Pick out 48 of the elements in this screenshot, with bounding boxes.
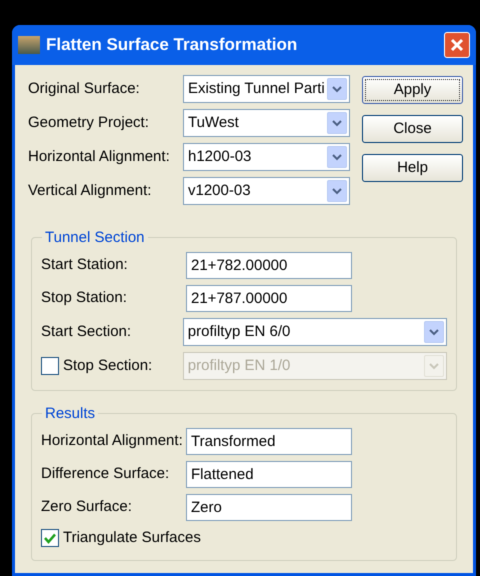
dropdown-field[interactable]: profiltyp EN 6/0 [182, 318, 447, 346]
field-label: Horizontal Alignment: [41, 431, 183, 452]
close-button[interactable] [444, 32, 470, 58]
dropdown-field[interactable]: h1200-03 [183, 143, 350, 171]
field-label: Stop Station: [41, 288, 127, 308]
window-title: Flatten Surface Transformation [46, 34, 298, 56]
checkbox-label: Triangulate Surfaces [63, 528, 201, 548]
dropdown-button[interactable] [327, 180, 347, 202]
field-label: Zero Surface: [41, 497, 132, 518]
input-field[interactable]: Zero [186, 494, 352, 521]
chevron-down-icon [332, 86, 342, 92]
dropdown-value: Existing Tunnel Parti [188, 78, 325, 99]
chevron-down-icon [429, 362, 439, 370]
input-field[interactable]: 21+787.00000 [186, 285, 352, 312]
dropdown-button[interactable] [327, 146, 347, 168]
dropdown-field[interactable]: v1200-03 [183, 177, 350, 205]
dialog-button[interactable]: Apply [362, 76, 463, 104]
field-label: Stop Section: [63, 356, 152, 376]
field-label: Horizontal Alignment: [28, 146, 170, 167]
chevron-down-icon [429, 328, 439, 336]
dialog-button[interactable]: Help [362, 154, 463, 182]
input-field[interactable]: 21+782.00000 [186, 252, 352, 279]
dropdown-value: profiltyp EN 1/0 [188, 356, 290, 376]
dropdown-value: profiltyp EN 6/0 [188, 322, 290, 342]
field-label: Start Section: [41, 322, 132, 342]
close-icon [450, 38, 464, 52]
dropdown-field[interactable]: Existing Tunnel Parti [183, 75, 350, 103]
dialog-button[interactable]: Close [362, 115, 463, 143]
dropdown-button[interactable] [327, 112, 347, 134]
field-label: Geometry Project: [28, 112, 149, 133]
dropdown-button[interactable] [424, 321, 444, 343]
field-label: Vertical Alignment: [28, 180, 152, 201]
field-label: Original Surface: [28, 78, 140, 99]
dropdown-button[interactable] [327, 78, 347, 100]
input-field[interactable]: Flattened [186, 461, 352, 488]
field-label: Start Station: [41, 255, 128, 276]
checkmark-icon [44, 532, 56, 544]
dropdown-value: h1200-03 [188, 146, 252, 167]
checkbox[interactable] [41, 529, 59, 548]
dropdown-value: v1200-03 [188, 180, 251, 201]
field-label: Difference Surface: [41, 464, 170, 484]
chevron-down-icon [332, 120, 342, 126]
chevron-down-icon [332, 154, 342, 160]
dropdown-field[interactable]: TuWest [183, 109, 350, 137]
app-icon [18, 36, 40, 54]
chevron-down-icon [332, 188, 342, 194]
dropdown-value: TuWest [188, 112, 239, 133]
input-field[interactable]: Transformed [186, 428, 352, 455]
